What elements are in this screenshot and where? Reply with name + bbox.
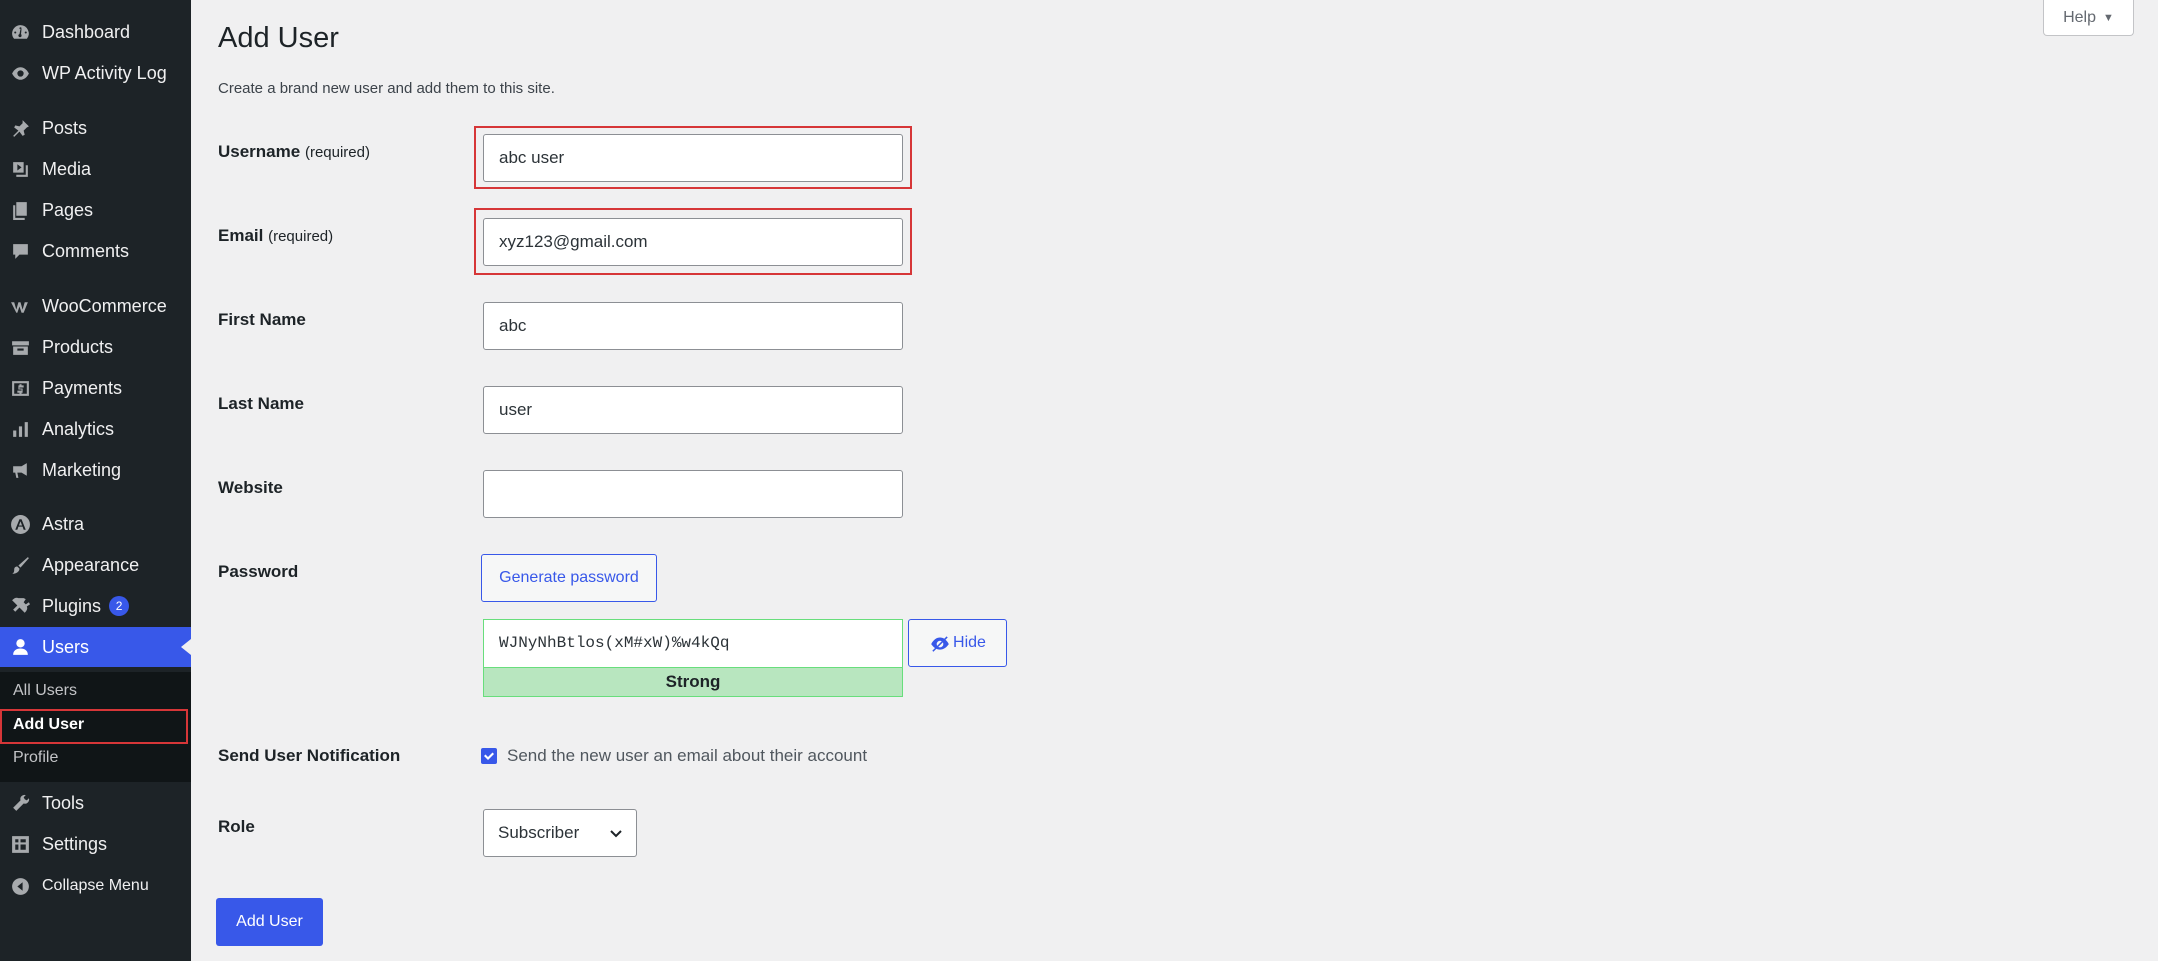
send-notification-checkbox[interactable]: [481, 748, 497, 764]
email-input[interactable]: xyz123@gmail.com: [483, 218, 903, 266]
pin-icon: [9, 117, 31, 139]
last-name-label: Last Name: [218, 394, 304, 413]
megaphone-icon: [9, 459, 31, 481]
email-label: Email (required): [218, 226, 334, 245]
add-user-highlight-box: [0, 709, 188, 744]
help-tab-button[interactable]: Help ▼: [2043, 0, 2134, 36]
wrench-icon: [9, 792, 31, 814]
sidebar-item-settings[interactable]: Settings: [0, 824, 191, 864]
website-label: Website: [218, 478, 283, 497]
checkmark-icon: [484, 752, 494, 760]
plugins-update-count-badge: 2: [109, 596, 130, 616]
sidebar-item-tools[interactable]: Tools: [0, 783, 191, 823]
dropdown-arrow-icon: ▼: [2103, 11, 2114, 24]
astra-icon: [9, 513, 31, 535]
chevron-down-icon: [610, 830, 622, 838]
eye-slash-icon: [931, 636, 949, 652]
dollar-icon: [9, 377, 31, 399]
activity-log-icon: [9, 62, 31, 84]
sidebar-item-appearance[interactable]: Appearance: [0, 545, 191, 585]
sidebar-item-comments[interactable]: Comments: [0, 231, 191, 271]
send-notification-label: Send User Notification: [218, 746, 401, 765]
password-input[interactable]: WJNyNhBtlos(xM#xW)%w4kQq: [483, 619, 903, 667]
password-label: Password: [218, 562, 299, 581]
generate-password-button[interactable]: Generate password: [481, 554, 657, 602]
sidebar-item-pages[interactable]: Pages: [0, 190, 191, 230]
media-icon: [9, 158, 31, 180]
bar-chart-icon: [9, 418, 31, 440]
add-user-submit-button[interactable]: Add User: [216, 898, 323, 946]
hide-password-button[interactable]: Hide: [908, 619, 1007, 667]
first-name-label: First Name: [218, 310, 306, 329]
sidebar-item-dashboard[interactable]: Dashboard: [0, 12, 191, 52]
sidebar-item-posts[interactable]: Posts: [0, 108, 191, 148]
admin-sidebar: Dashboard WP Activity Log Posts Media Pa…: [0, 0, 191, 961]
archive-icon: [9, 336, 31, 358]
sidebar-item-users[interactable]: Users: [0, 627, 191, 667]
sidebar-item-woocommerce[interactable]: WooCommerce: [0, 286, 191, 326]
send-notification-checkbox-label[interactable]: Send the new user an email about their a…: [507, 746, 867, 766]
submenu-item-profile[interactable]: Profile: [13, 749, 58, 767]
comment-icon: [9, 240, 31, 262]
sidebar-item-plugins[interactable]: Plugins 2: [0, 586, 191, 626]
password-strength-indicator: Strong: [483, 667, 903, 697]
plug-icon: [9, 595, 31, 617]
role-label: Role: [218, 817, 255, 836]
sidebar-item-astra[interactable]: Astra: [0, 504, 191, 544]
sidebar-item-marketing[interactable]: Marketing: [0, 450, 191, 490]
pages-icon: [9, 199, 31, 221]
sidebar-item-payments[interactable]: Payments: [0, 368, 191, 408]
page-description: Create a brand new user and add them to …: [218, 80, 555, 97]
last-name-input[interactable]: user: [483, 386, 903, 434]
dashboard-icon: [9, 21, 31, 43]
role-select[interactable]: Subscriber: [483, 809, 637, 857]
collapse-icon: [9, 875, 31, 897]
woocommerce-icon: [9, 295, 31, 317]
user-icon: [9, 636, 31, 658]
username-input[interactable]: abc user: [483, 134, 903, 182]
sidebar-item-wp-activity-log[interactable]: WP Activity Log: [0, 53, 191, 93]
submenu-item-all-users[interactable]: All Users: [13, 682, 77, 700]
first-name-input[interactable]: abc: [483, 302, 903, 350]
brush-icon: [9, 554, 31, 576]
sidebar-item-collapse-menu[interactable]: Collapse Menu: [0, 866, 191, 906]
settings-icon: [9, 833, 31, 855]
username-label: Username (required): [218, 142, 370, 161]
sidebar-item-media[interactable]: Media: [0, 149, 191, 189]
page-title: Add User: [218, 22, 339, 54]
website-input[interactable]: [483, 470, 903, 518]
sidebar-item-products[interactable]: Products: [0, 327, 191, 367]
sidebar-item-analytics[interactable]: Analytics: [0, 409, 191, 449]
